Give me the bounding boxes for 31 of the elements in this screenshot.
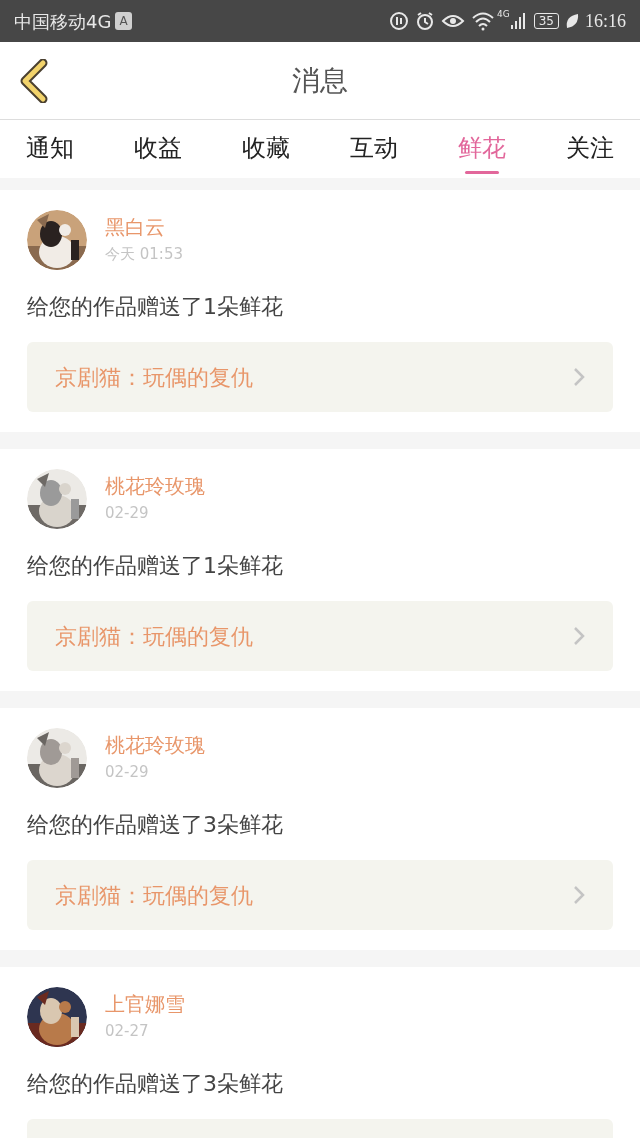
message-time: 02-29 — [105, 503, 150, 524]
message-text: 给您的作品赠送了3朵鲜花 — [27, 811, 284, 839]
tab[interactable]: 收藏 — [242, 120, 290, 178]
message-time: 今天 01:53 — [105, 244, 183, 265]
input-badge: A — [115, 12, 132, 30]
sender-name: 桃花玲玫瑰 — [105, 732, 205, 759]
chevron-right-icon — [573, 626, 585, 646]
network-type: 4G — [497, 8, 510, 21]
tab[interactable]: 互动 — [350, 120, 398, 178]
message-time: 02-29 — [105, 762, 150, 783]
battery-indicator: 35 — [533, 13, 559, 29]
page-title: 消息 — [292, 62, 348, 99]
sender-name: 上官娜雪 — [105, 991, 185, 1018]
leaf-icon — [565, 12, 579, 30]
tab[interactable]: 关注 — [566, 120, 614, 178]
alarm-icon — [415, 11, 435, 31]
message-time: 02-27 — [105, 1021, 150, 1042]
wifi-icon — [471, 11, 495, 31]
tab[interactable]: 通知 — [26, 120, 74, 178]
message-text: 给您的作品赠送了3朵鲜花 — [27, 1070, 284, 1098]
chevron-right-icon — [573, 367, 585, 387]
sender-name: 桃花玲玫瑰 — [105, 473, 205, 500]
signal-icon — [509, 11, 526, 31]
sender-name: 黑白云 — [105, 214, 166, 241]
message-text: 给您的作品赠送了1朵鲜花 — [27, 293, 284, 321]
message-text: 给您的作品赠送了1朵鲜花 — [27, 552, 284, 580]
carrier-name: 中国移动4G — [14, 9, 112, 34]
chevron-left-icon — [19, 59, 49, 103]
chevron-right-icon — [573, 885, 585, 905]
clock-time: 16:16 — [585, 9, 626, 33]
tab[interactable]: 收益 — [134, 120, 182, 178]
